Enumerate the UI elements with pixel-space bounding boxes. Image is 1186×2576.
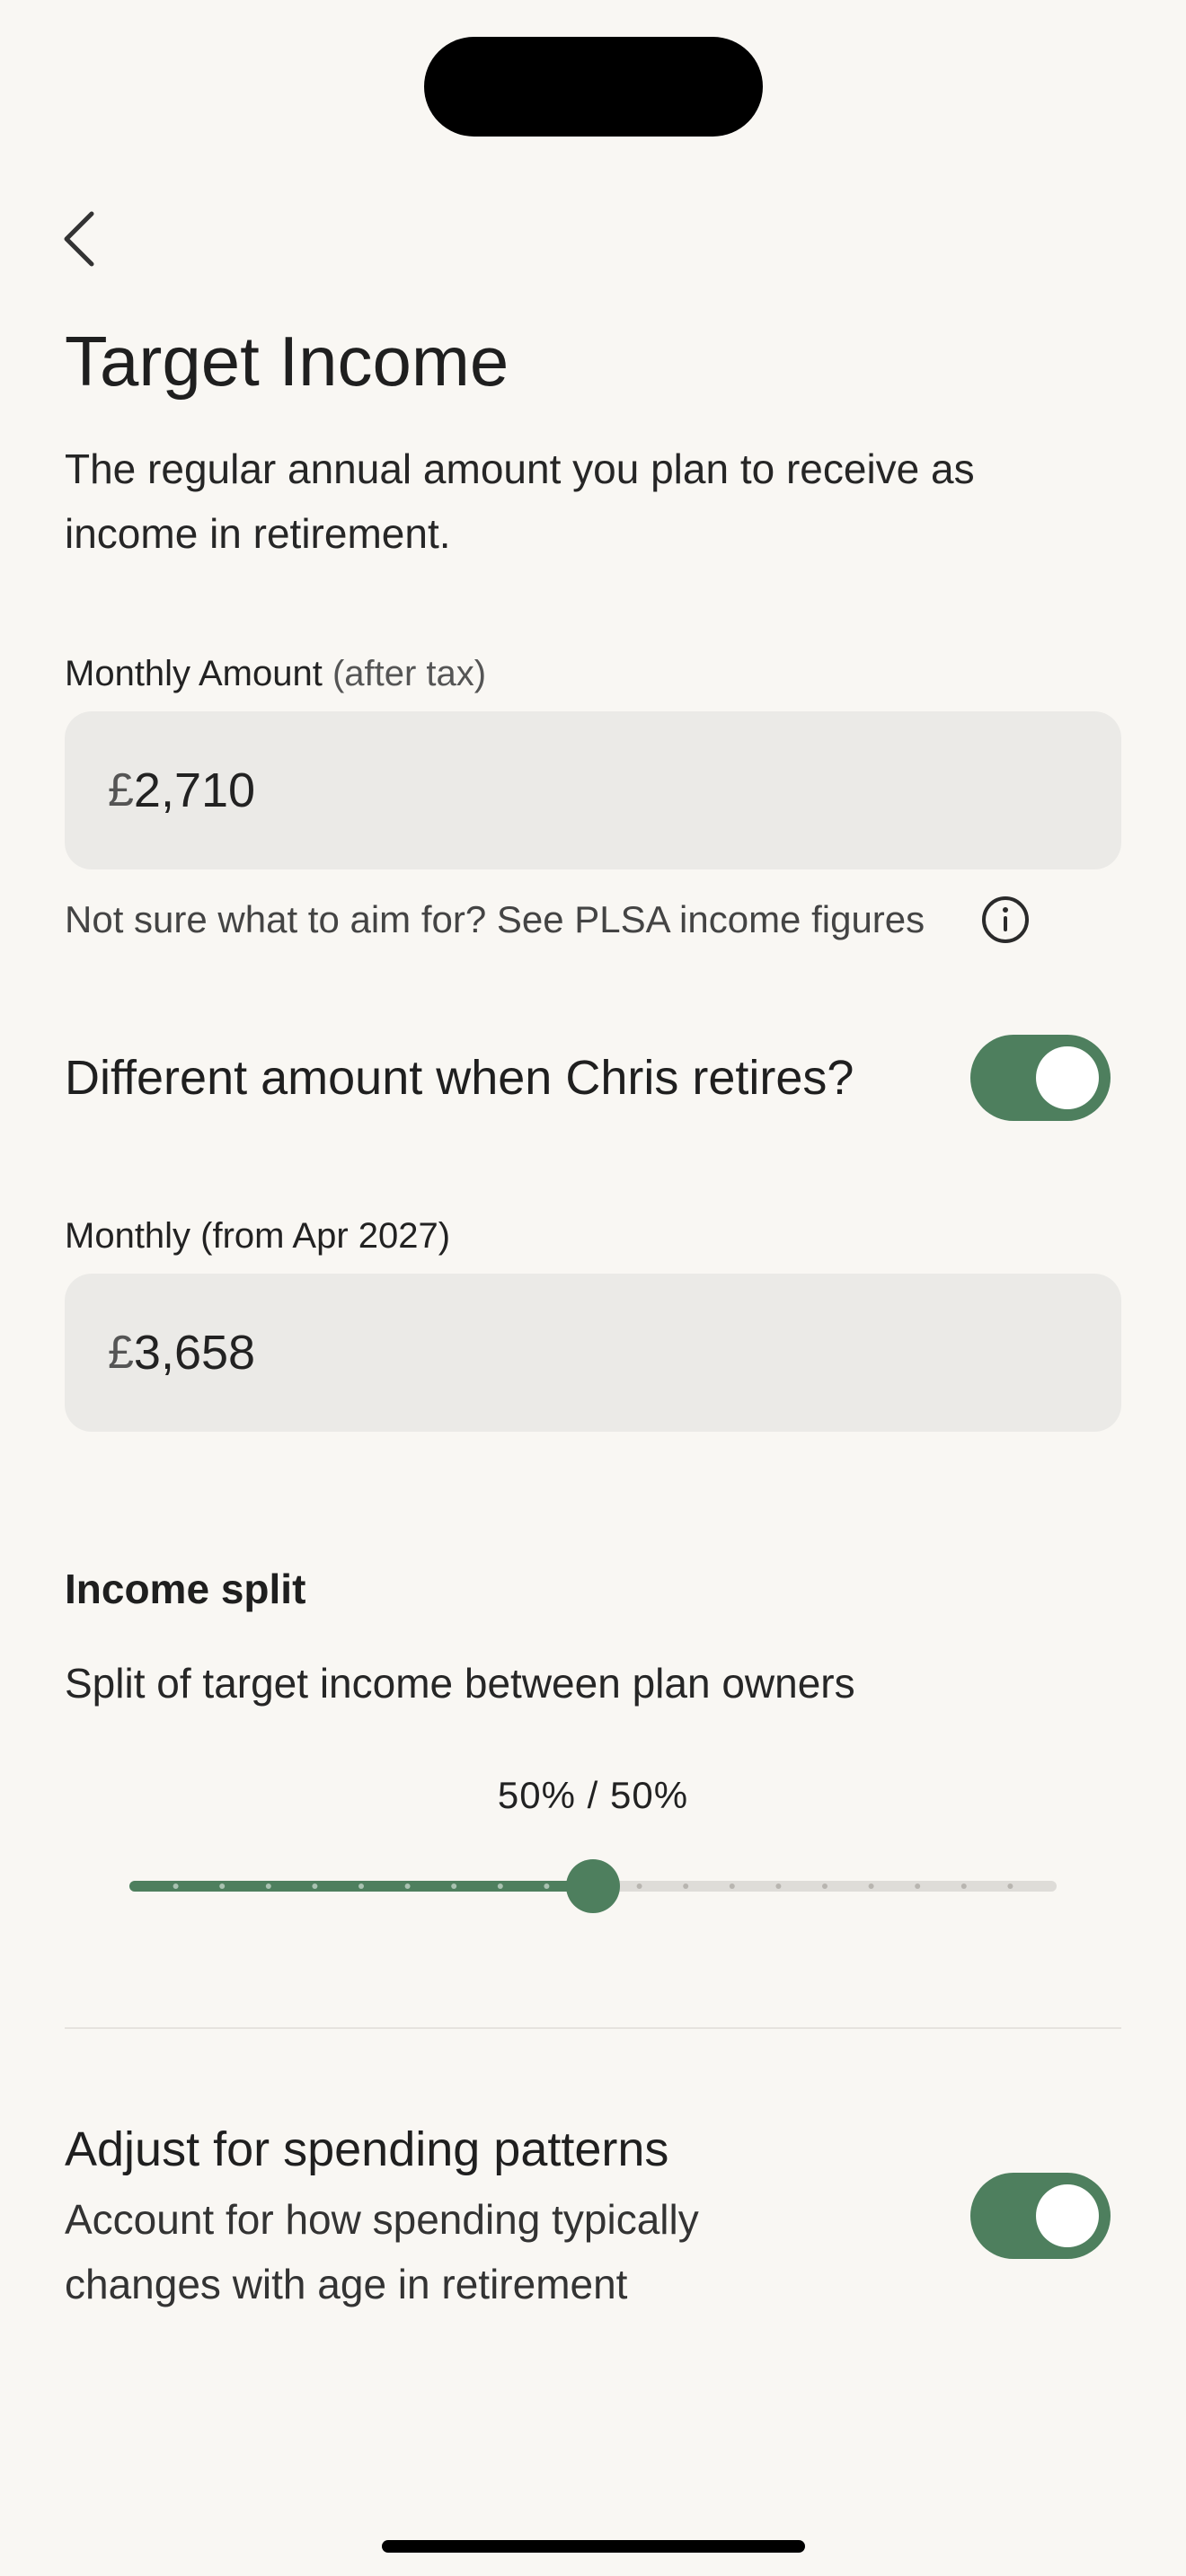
slider-step-dot xyxy=(636,1883,642,1889)
slider-step-dot xyxy=(358,1883,364,1889)
different-amount-label: Different amount when Chris retires? xyxy=(65,1051,854,1105)
slider-step-dot xyxy=(173,1883,179,1889)
slider-step-dot xyxy=(312,1883,318,1889)
monthly-amount-label-text: Monthly Amount xyxy=(65,654,323,693)
slider-step-dot xyxy=(497,1883,503,1889)
slider-step-dot xyxy=(822,1883,828,1889)
slider-step-dot xyxy=(868,1883,874,1889)
income-split-slider[interactable] xyxy=(126,1850,1060,1922)
monthly-from-value: 3,658 xyxy=(133,1326,256,1380)
monthly-amount-input[interactable]: £2,710 xyxy=(65,711,1121,869)
home-indicator xyxy=(382,2540,805,2553)
back-button[interactable] xyxy=(50,203,108,275)
info-circle-icon xyxy=(982,896,1029,943)
slider-step-dot xyxy=(1007,1883,1013,1889)
spending-patterns-toggle[interactable] xyxy=(970,2173,1111,2259)
divider xyxy=(65,2027,1121,2029)
toggle-knob xyxy=(1036,1046,1099,1109)
slider-step-dot xyxy=(544,1883,550,1889)
currency-symbol: £ xyxy=(108,764,134,816)
monthly-from-label-text: Monthly (from Apr 2027) xyxy=(65,1216,451,1256)
plsa-hint-text: Not sure what to aim for? See PLSA incom… xyxy=(65,898,925,940)
slider-thumb[interactable] xyxy=(566,1859,620,1913)
income-split-value: 50% / 50% xyxy=(497,1774,689,1816)
slider-step-dot xyxy=(960,1883,967,1889)
different-amount-toggle[interactable] xyxy=(970,1035,1111,1121)
currency-symbol: £ xyxy=(108,1327,134,1379)
slider-step-dot xyxy=(729,1883,735,1889)
toggle-knob xyxy=(1036,2184,1099,2247)
page-title: Target Income xyxy=(65,322,509,401)
slider-step-dot xyxy=(404,1883,411,1889)
chevron-left-icon xyxy=(64,211,94,267)
slider-step-dot xyxy=(219,1883,226,1889)
slider-step-dot xyxy=(775,1883,782,1889)
monthly-amount-label: Monthly Amount (after tax) xyxy=(65,652,486,695)
slider-step-dot xyxy=(265,1883,271,1889)
spending-patterns-description: Account for how spending typically chang… xyxy=(65,2196,699,2307)
monthly-amount-label-note: (after tax) xyxy=(332,654,487,693)
income-split-subtext: Split of target income between plan owne… xyxy=(65,1660,855,1707)
info-icon[interactable] xyxy=(980,895,1031,945)
income-split-heading: Income split xyxy=(65,1566,306,1612)
monthly-from-label: Monthly (from Apr 2027) xyxy=(65,1214,450,1257)
monthly-from-input[interactable]: £3,658 xyxy=(65,1274,1121,1432)
spending-patterns-title: Adjust for spending patterns xyxy=(65,2122,669,2176)
monthly-amount-value: 2,710 xyxy=(133,763,256,817)
dynamic-island xyxy=(424,37,763,137)
slider-step-dot xyxy=(915,1883,921,1889)
slider-step-dot xyxy=(451,1883,457,1889)
slider-step-dot xyxy=(683,1883,689,1889)
page-description: The regular annual amount you plan to re… xyxy=(65,446,975,557)
